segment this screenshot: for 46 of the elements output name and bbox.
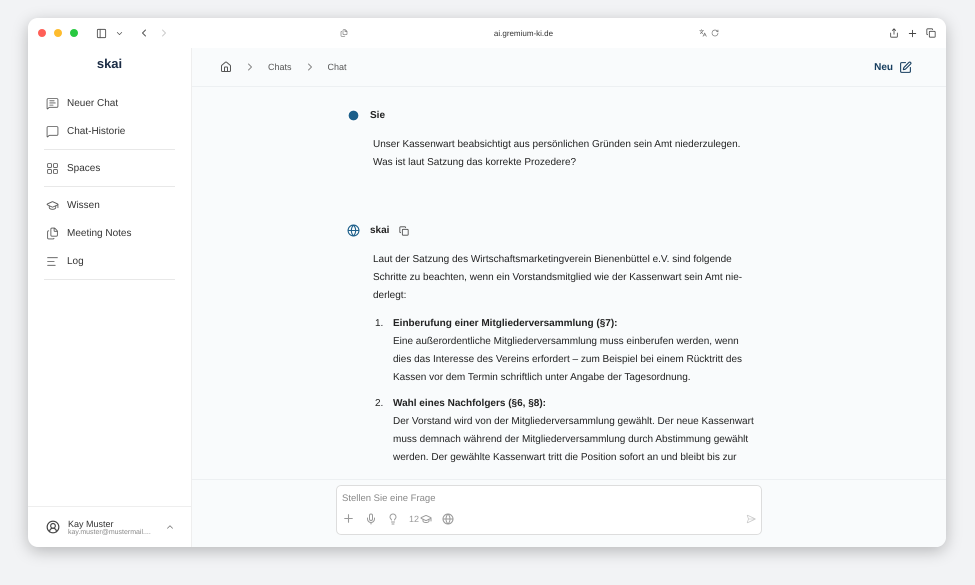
edit-icon: [899, 60, 912, 74]
add-icon[interactable]: [342, 512, 355, 525]
list-number: 1.: [375, 317, 384, 331]
assistant-logo-icon: [347, 224, 360, 237]
list-item-title: Einberufung einer Mitgliederversammlung (§7):: [393, 317, 618, 331]
globe-icon[interactable]: [442, 512, 454, 524]
chat-bubble-icon: [46, 124, 59, 138]
new-tab-icon[interactable]: [907, 28, 918, 38]
message-text: Unser Kassenwart beabsichtigt aus persönlichen Gründen sein Amt niederzulegen. Was ist laut Satzung das korrekte Prozedere?: [372, 138, 742, 170]
sidebar-item[interactable]: Neuer Chat: [44, 89, 175, 117]
list-number: 2.: [375, 397, 384, 411]
sidebar-icon[interactable]: [96, 28, 107, 38]
sidebar-item[interactable]: Chat-Historie: [44, 117, 175, 145]
message-text: Laut der Satzung des Wirtschaftsmarketingverein Bienenbüttel e.V. sind folgende Schritte zu beachten, wenn ein Vorstandsmitglied wie der Kassenwart sein Amt nie- derlegt:: [372, 253, 744, 303]
microphone-icon[interactable]: [365, 512, 377, 524]
sidebar-item[interactable]: Wissen: [44, 191, 175, 219]
reload-icon[interactable]: [711, 29, 720, 37]
sidebar-item[interactable]: Log: [44, 247, 175, 275]
breadcrumb-link[interactable]: Chat: [328, 62, 347, 72]
address-bar[interactable]: ai.gremium-ki.de: [332, 23, 728, 43]
logo: skai: [96, 56, 122, 71]
share-icon[interactable]: [889, 28, 899, 38]
grid-icon: [46, 162, 59, 174]
user-avatar-icon: [347, 109, 360, 122]
tabs-icon[interactable]: [926, 28, 936, 38]
documents-icon: [46, 226, 59, 240]
page-icon: [340, 29, 348, 37]
home-icon[interactable]: [220, 61, 232, 73]
sidebar-item[interactable]: Meeting Notes: [44, 219, 175, 247]
message-text: Der Vorstand wird von der Mitgliederversammlung gewählt. Der neue Kassenwart muss demnach während der Mitgliederversammlung durch Abstimmung gewählt werden. Der gewählte Kassenwart tritt die Position sofort an und bleibt bis zur: [393, 415, 754, 465]
lightbulb-icon[interactable]: [387, 512, 399, 524]
lines-icon: [46, 254, 59, 268]
new-chat-button[interactable]: Neu: [868, 60, 918, 74]
close-button[interactable]: [38, 29, 46, 37]
message-author: Sie: [370, 110, 386, 121]
graduation-cap-icon: [46, 198, 59, 212]
breadcrumb-link[interactable]: Chats: [268, 62, 292, 72]
sidebar-item[interactable]: Spaces: [44, 154, 175, 182]
list-item-title: Wahl eines Nachfolgers (§6, §8):: [393, 397, 548, 411]
translate-icon[interactable]: [699, 29, 708, 37]
message-author: skai: [370, 225, 390, 236]
copy-icon[interactable]: [399, 226, 410, 236]
message-text: Eine außerordentliche Mitgliederversammlung muss einberufen werden, wenn dies das Interesse des Vereins erfordert – zum Beispiel bei einem Rücktritt des Kassen vor dem Termin schriftlich unter Angabe der Tagesordnung.: [393, 335, 742, 385]
chat-bubble-icon: [46, 96, 59, 110]
graduation-cap-icon: [420, 512, 432, 524]
user-icon: [46, 520, 60, 534]
